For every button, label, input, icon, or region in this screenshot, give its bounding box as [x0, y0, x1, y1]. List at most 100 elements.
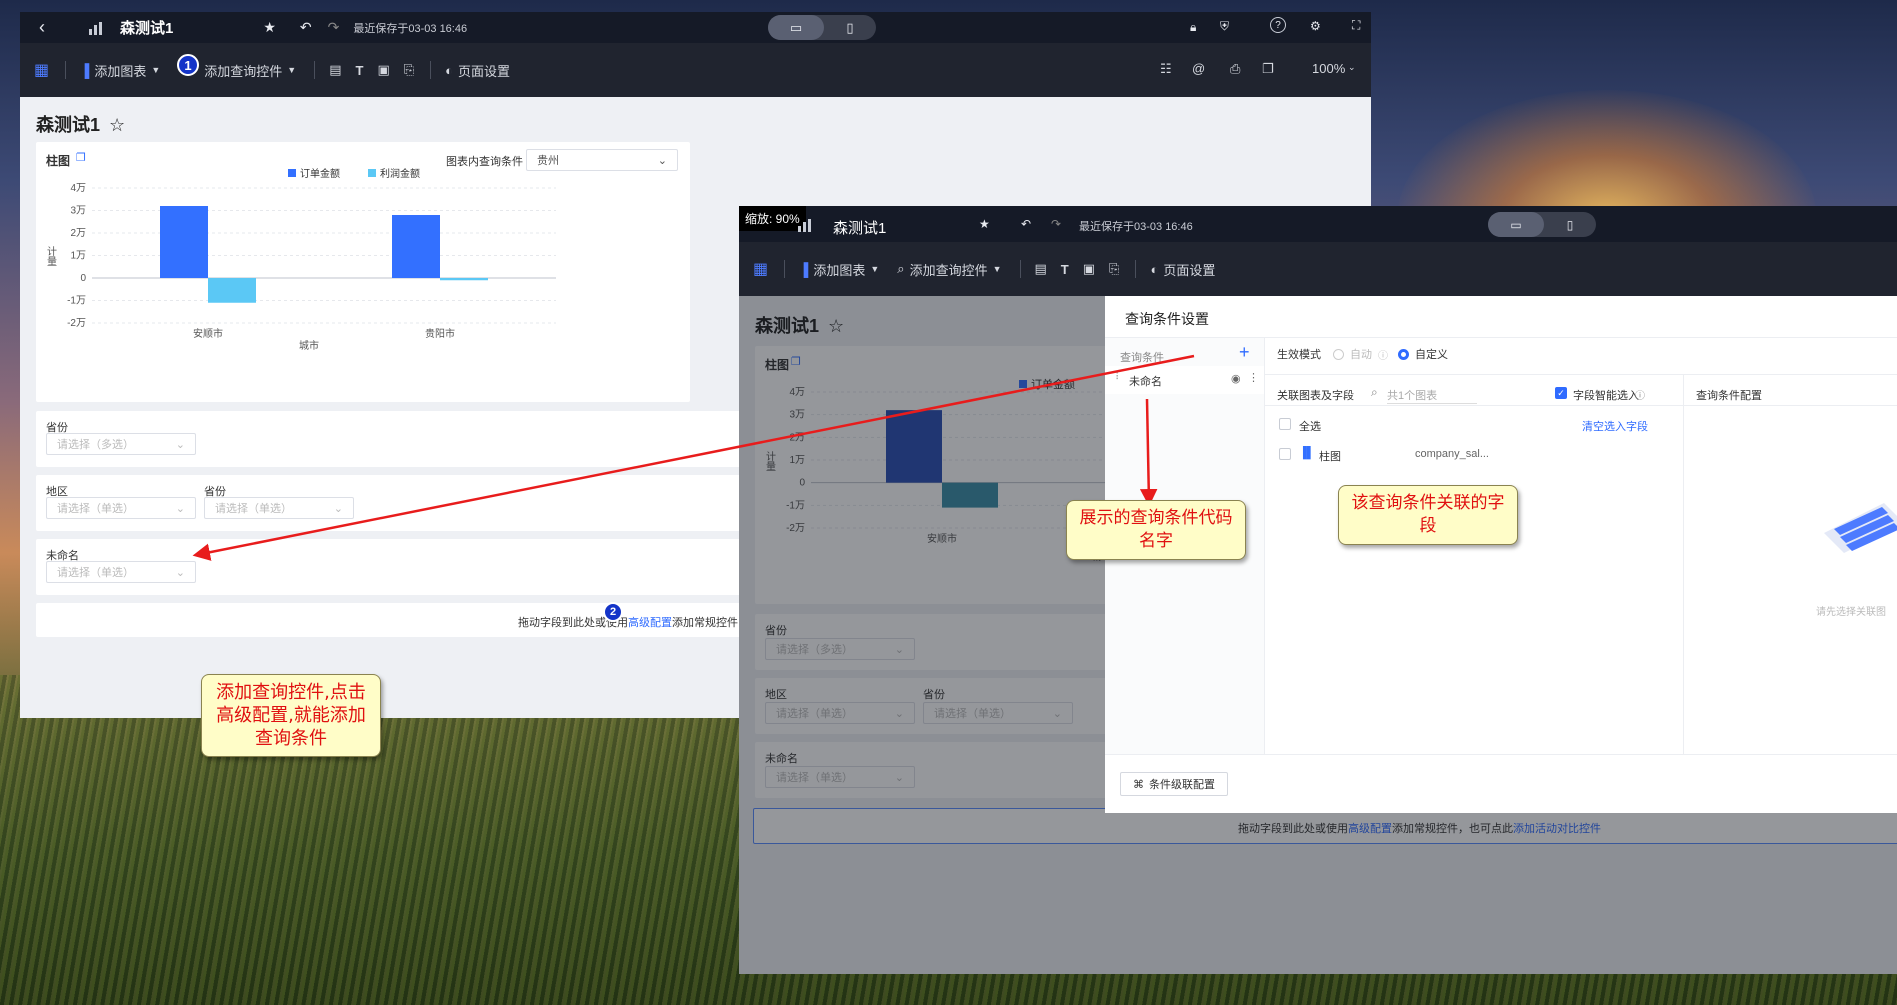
mobile-view-icon[interactable]: ▯ [824, 15, 876, 40]
print-icon[interactable]: ⎙ [1230, 61, 1240, 77]
field-header-row [1265, 405, 1684, 406]
zoom-select[interactable]: 100% [1312, 61, 1345, 76]
smart-select-checkbox[interactable]: ✓ [1555, 387, 1567, 399]
link-icon[interactable]: ⎘ [1109, 261, 1119, 277]
y-tick-label: 1万 [70, 251, 86, 262]
radio-auto[interactable] [1333, 348, 1344, 360]
at-icon[interactable]: @ [1192, 61, 1205, 76]
province2-placeholder: 请选择（单选） [215, 503, 292, 515]
annotation-field: 该查询条件关联的字段 [1338, 485, 1518, 545]
chart-search-input[interactable]: 共1个图表 [1387, 387, 1477, 404]
dashboard-title: 森测试1 [120, 20, 174, 37]
province-select[interactable]: 请选择（多选） ⌄ [46, 433, 196, 455]
province2-select[interactable]: 请选择（单选） ⌄ [204, 497, 354, 519]
add-query-button[interactable]: ⌕ 添加查询控件 ▼ [897, 260, 1001, 279]
advanced-config-link[interactable]: 高级配置 [628, 617, 672, 629]
fullscreen-icon[interactable]: ⛶ [1352, 18, 1360, 33]
zoom-indicator: 缩放: 90% [739, 206, 806, 231]
dialog-footer: ⌘ 条件级联配置 [1105, 754, 1897, 813]
y-tick-label: -1万 [67, 296, 86, 307]
bar-chart-card[interactable]: 柱图 ❐ 图表内查询条件 贵州 ⌄ 4万 3万 2万 1万 0 -1万 -2万 安顺市 贵阳市城… [36, 142, 690, 402]
help-icon[interactable]: ? [1270, 17, 1286, 33]
unnamed-select[interactable]: 请选择（单选） ⌄ [46, 561, 196, 583]
star-icon[interactable]: ★ [979, 217, 990, 231]
clear-fields-link[interactable]: 清空选入字段 [1582, 418, 1648, 434]
link-icon[interactable]: ⎘ [404, 62, 414, 78]
chart-logo-icon [797, 218, 813, 232]
chevron-down-icon: ⌄ [333, 502, 343, 515]
desktop-view-icon[interactable]: ▭ [1488, 212, 1544, 237]
film-icon[interactable]: ▤ [329, 62, 341, 78]
page-settings-button[interactable]: ◐ 页面设置 [445, 61, 510, 80]
mobile-view-icon[interactable]: ▯ [1544, 212, 1596, 237]
field-value[interactable]: company_sal... [1415, 448, 1489, 460]
region-select[interactable]: 请选择（单选） ⌄ [46, 497, 196, 519]
add-chart-button[interactable]: ▐ 添加图表 ▼ [80, 61, 160, 80]
chart-item-label: 柱图 [1319, 451, 1341, 463]
x-axis-label: 城市 [299, 339, 319, 352]
radio-custom[interactable] [1398, 348, 1409, 360]
left-toolbar: ▦ ▐ 添加图表 ▼ 添加查询控件 ▼ ▤ T ▣ ⎘ ◐ 页面设置 ☷ @ ⎙… [20, 43, 1371, 97]
layout-icon[interactable]: ▦ [753, 259, 768, 279]
query-control-icon: ⌕ [897, 261, 905, 276]
divider [1135, 260, 1137, 278]
star-outline-icon[interactable]: ☆ [109, 115, 125, 135]
undo-icon[interactable]: ↶ [300, 19, 312, 36]
layout-icon[interactable]: ▦ [34, 60, 49, 80]
add-chart-button[interactable]: ▐ 添加图表 ▼ [799, 260, 879, 279]
film-icon[interactable]: ▤ [1035, 261, 1047, 277]
divider [314, 61, 316, 79]
desktop-view-icon[interactable]: ▭ [768, 15, 824, 40]
star-icon[interactable]: ★ [263, 19, 276, 36]
page-settings-label: 页面设置 [458, 63, 511, 79]
y-axis-label: 计量 [45, 245, 57, 266]
right-top-bar: 缩放: 90% 森测试1 ★ ↶ ↷ 最近保存于03-03 16:46 ▭ ▯ [739, 206, 1897, 242]
back-icon[interactable]: ‹ [26, 17, 58, 38]
y-tick-label: 2万 [70, 228, 86, 239]
page-settings-button[interactable]: ◐ 页面设置 [1150, 260, 1215, 279]
select-all-checkbox[interactable] [1279, 418, 1291, 430]
shield-icon[interactable]: ⛨ [1220, 19, 1229, 34]
bar-chart-icon: ▐▌ [1299, 447, 1315, 459]
more-icon[interactable]: ⋮ [1248, 371, 1259, 384]
chevron-down-icon: ⌄ [1348, 62, 1356, 72]
add-chart-icon: ▐ [799, 261, 809, 277]
text-icon[interactable]: T [356, 63, 364, 78]
last-saved-text: 最近保存于03-03 16:46 [353, 22, 468, 35]
add-chart-icon: ▐ [80, 62, 90, 78]
smart-select-label: 字段智能选入 [1573, 390, 1639, 402]
drop-zone[interactable]: 拖动字段到此处或使用高级配置添加常规控件， [36, 603, 756, 637]
annotation-add-query: 添加查询控件,点击高级配置,就能添加查询条件 [201, 674, 381, 757]
redo-icon[interactable]: ↷ [328, 19, 340, 36]
device-switch: ▭ ▯ [1488, 212, 1596, 237]
condition-item[interactable]: ⠇ 未命名 ◉ ⋮ [1105, 366, 1264, 394]
dashboard-title: 森测试1 [833, 220, 887, 237]
redo-icon[interactable]: ↷ [1051, 217, 1061, 231]
dialog-header: 查询条件设置 [1105, 296, 1897, 338]
eye-icon[interactable]: ◉ [1231, 372, 1241, 385]
undo-icon[interactable]: ↶ [1021, 217, 1031, 231]
drop-zone-suffix: 添加常规控件， [672, 617, 749, 629]
condition-item-name: 未命名 [1129, 376, 1162, 388]
image-icon[interactable]: ▣ [377, 62, 389, 78]
chevron-down-icon: ▼ [870, 264, 880, 274]
province-placeholder: 请选择（多选） [57, 439, 134, 451]
divider [430, 61, 432, 79]
y-tick-label: -2万 [67, 318, 86, 329]
image-icon[interactable]: ▣ [1083, 261, 1095, 277]
add-condition-icon[interactable]: + [1239, 342, 1250, 363]
text-icon[interactable]: T [1061, 262, 1069, 277]
drag-handle-icon[interactable]: ⠇ [1115, 372, 1122, 383]
bar-profit [208, 278, 256, 303]
lock-icon[interactable]: 🔒︎ [1190, 20, 1196, 35]
chart-item-checkbox[interactable] [1279, 448, 1291, 460]
info-icon: ⓘ [1378, 350, 1388, 362]
legend-swatch [288, 169, 296, 177]
bar-order [160, 206, 208, 278]
report-icon[interactable]: ☷ [1160, 61, 1172, 77]
settings-doc-icon[interactable]: ⚙ [1310, 19, 1321, 33]
copy-icon[interactable]: ❐ [1262, 61, 1274, 77]
divider [1019, 260, 1021, 278]
chevron-down-icon: ⌄ [175, 502, 185, 515]
cascade-config-button[interactable]: ⌘ 条件级联配置 [1120, 772, 1228, 796]
